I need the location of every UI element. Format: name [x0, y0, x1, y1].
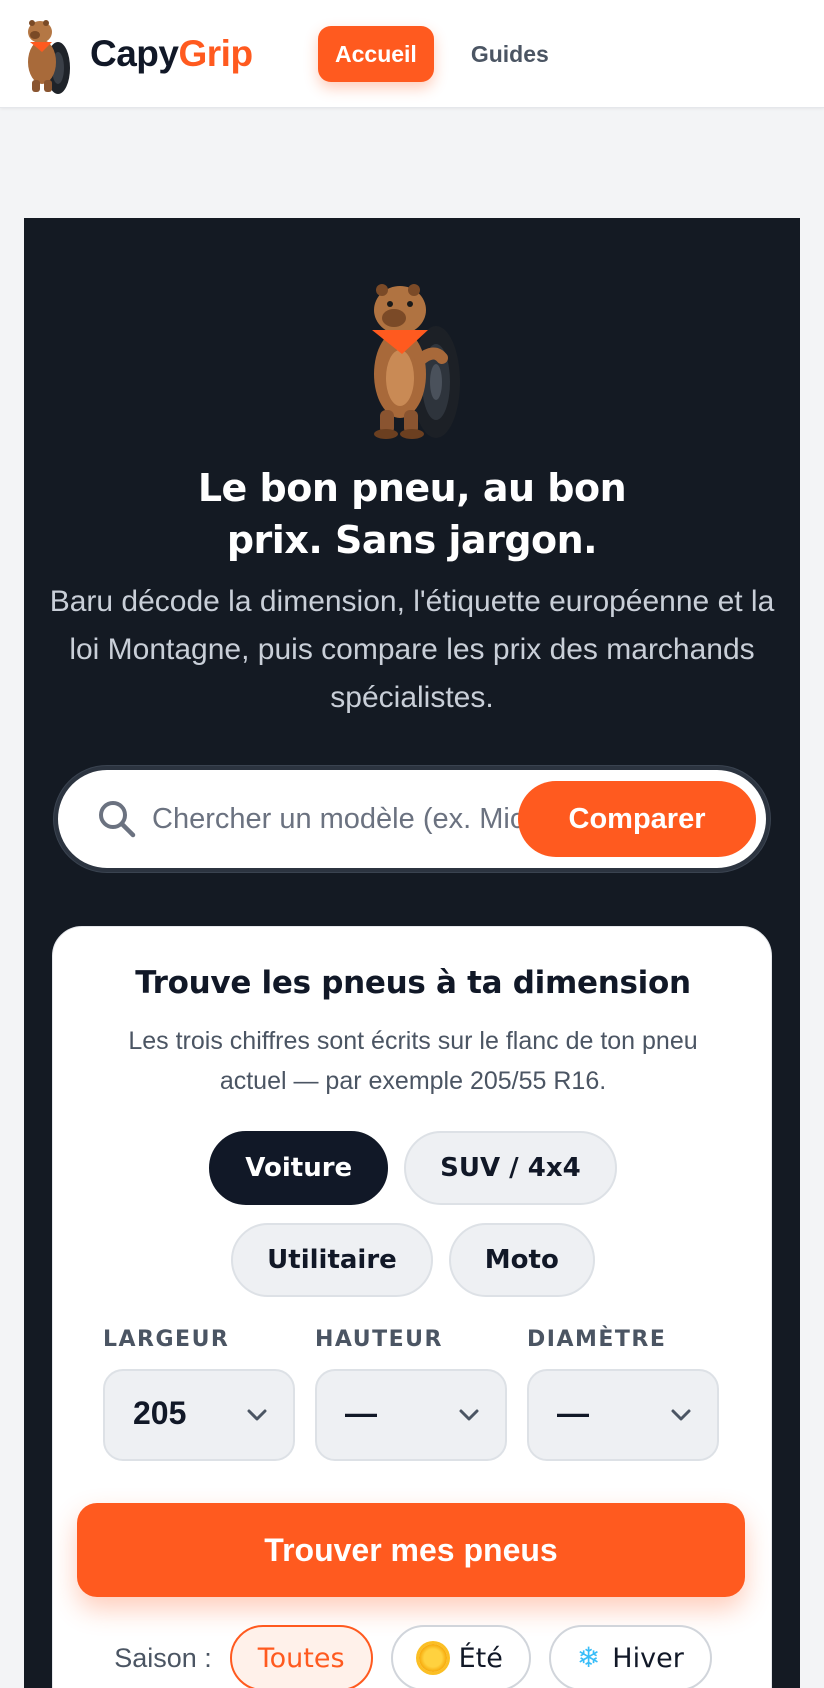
brand[interactable]: CapyGrip — [18, 12, 253, 96]
hero-title-line1: Le bon pneu, au bon — [197, 466, 627, 510]
model-search-bar: Comparer — [54, 766, 770, 872]
diameter-field: DIAMÈTRE — — [527, 1327, 719, 1461]
vehicle-type-suv[interactable]: SUV / 4x4 — [404, 1131, 617, 1205]
width-label: LARGEUR — [103, 1327, 230, 1352]
width-value: 205 — [133, 1395, 187, 1431]
width-select[interactable]: 205 — [103, 1369, 295, 1461]
chevron-down-icon — [247, 1409, 267, 1421]
brand-name-part2: Grip — [178, 33, 253, 74]
vehicle-type-selector: Voiture SUV / 4x4 Utilitaire Moto — [53, 1131, 773, 1297]
vehicle-type-utilitaire[interactable]: Utilitaire — [231, 1223, 433, 1297]
width-field: LARGEUR 205 — [103, 1327, 295, 1461]
season-chip-label: Été — [458, 1642, 503, 1674]
season-label: Saison : — [114, 1642, 212, 1673]
finder-subtitle: Les trois chiffres sont écrits sur le fl… — [128, 1027, 698, 1095]
main-nav: Accueil Guides — [318, 26, 566, 82]
sun-icon — [418, 1644, 447, 1672]
season-filter: Saison : Toutes Été ❄ Hiver — [53, 1625, 773, 1688]
tire-size-finder-card: Trouve les pneus à ta dimension Les troi… — [52, 926, 772, 1688]
compare-button[interactable]: Comparer — [518, 781, 756, 857]
finder-title: Trouve les pneus à ta dimension — [135, 965, 691, 1001]
season-chip-label: Hiver — [612, 1642, 684, 1674]
hero-title: Le bon pneu, au bon prix. Sans jargon. — [104, 462, 720, 566]
dimension-selectors: LARGEUR 205 HAUTEUR — DIAMÈTRE — — [103, 1327, 723, 1461]
diameter-select[interactable]: — — [527, 1369, 719, 1461]
height-field: HAUTEUR — — [315, 1327, 507, 1461]
top-navigation-bar: CapyGrip Accueil Guides — [0, 0, 824, 108]
height-value: — — [345, 1395, 377, 1431]
capybara-mascot-illustration — [372, 284, 460, 439]
season-chip-toutes[interactable]: Toutes — [229, 1625, 373, 1688]
brand-name: CapyGrip — [90, 33, 253, 75]
season-chip-label: Toutes — [257, 1642, 345, 1674]
height-label: HAUTEUR — [315, 1327, 443, 1352]
chevron-down-icon — [671, 1409, 691, 1421]
vehicle-type-voiture[interactable]: Voiture — [209, 1131, 389, 1205]
search-icon — [99, 801, 136, 838]
chevron-down-icon — [459, 1409, 479, 1421]
hero-title-line2: prix. Sans jargon. — [226, 518, 598, 562]
brand-name-part1: Capy — [90, 33, 179, 74]
model-search-input[interactable] — [152, 790, 562, 848]
capybara-logo-icon — [28, 20, 70, 94]
diameter-value: — — [557, 1395, 589, 1431]
season-chip-ete[interactable]: Été — [390, 1625, 531, 1688]
height-select[interactable]: — — [315, 1369, 507, 1461]
vehicle-type-moto[interactable]: Moto — [448, 1223, 595, 1297]
nav-item-guides[interactable]: Guides — [454, 26, 566, 82]
hero-subtitle: Baru décode la dimension, l'étiquette eu… — [49, 585, 775, 714]
hero-section: Le bon pneu, au bon prix. Sans jargon. B… — [24, 218, 800, 1688]
nav-item-accueil[interactable]: Accueil — [318, 26, 434, 82]
snowflake-icon: ❄ — [576, 1641, 601, 1674]
find-tires-button[interactable]: Trouver mes pneus — [77, 1503, 745, 1597]
season-chip-hiver[interactable]: ❄ Hiver — [548, 1625, 712, 1688]
diameter-label: DIAMÈTRE — [527, 1327, 667, 1352]
